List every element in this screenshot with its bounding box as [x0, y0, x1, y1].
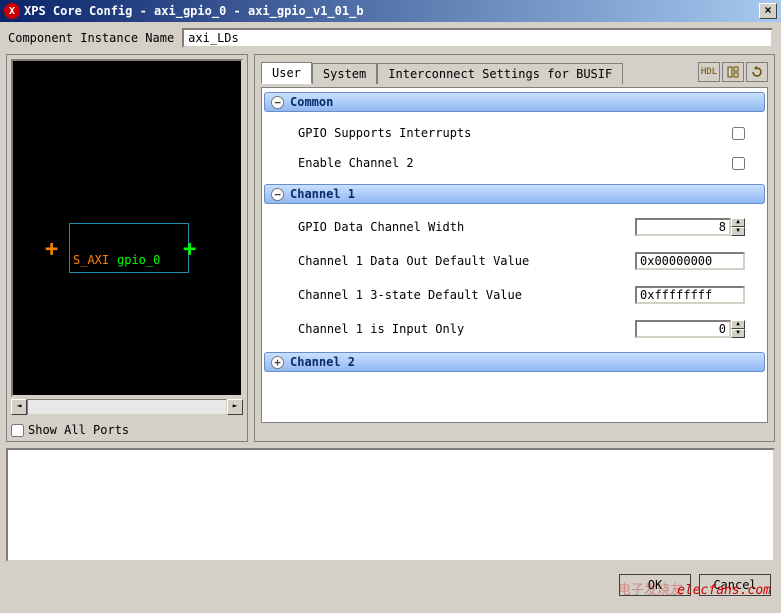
- section-header-channel1[interactable]: − Channel 1: [264, 184, 765, 204]
- checkbox-enable-ch2[interactable]: [732, 157, 745, 170]
- title-bar: X XPS Core Config - axi_gpio_0 - axi_gpi…: [0, 0, 781, 22]
- section-title-channel1: Channel 1: [290, 187, 355, 201]
- label-tristate-default: Channel 1 3-state Default Value: [298, 288, 635, 302]
- input-input-only[interactable]: [635, 320, 731, 338]
- row-enable-ch2: Enable Channel 2: [264, 148, 765, 178]
- port-label-right: gpio_0: [117, 253, 160, 267]
- scroll-track[interactable]: [27, 399, 227, 415]
- spin-down-icon[interactable]: ▼: [731, 329, 745, 338]
- schematic-panel: + + S_AXI gpio_0 ◄ ► Show All Ports: [6, 54, 248, 442]
- instance-name-input[interactable]: [182, 28, 773, 48]
- section-body-common: GPIO Supports Interrupts Enable Channel …: [264, 114, 765, 182]
- spin-up-icon[interactable]: ▲: [731, 218, 745, 227]
- output-pane: [6, 448, 775, 562]
- tab-system[interactable]: System: [312, 63, 377, 84]
- section-title-channel2: Channel 2: [290, 355, 355, 369]
- section-header-channel2[interactable]: + Channel 2: [264, 352, 765, 372]
- label-data-width: GPIO Data Channel Width: [298, 220, 635, 234]
- row-tristate-default: Channel 1 3-state Default Value: [264, 278, 765, 312]
- window-title: XPS Core Config - axi_gpio_0 - axi_gpio_…: [24, 4, 364, 18]
- spin-down-icon[interactable]: ▼: [731, 227, 745, 236]
- row-gpio-interrupts: GPIO Supports Interrupts: [264, 118, 765, 148]
- scroll-right-button[interactable]: ►: [227, 399, 243, 415]
- schematic-scroll-horizontal[interactable]: ◄ ►: [11, 399, 243, 415]
- schematic-canvas[interactable]: + + S_AXI gpio_0: [11, 59, 243, 397]
- tab-bar: User System Interconnect Settings for BU…: [261, 61, 768, 83]
- port-label-left: S_AXI: [73, 253, 109, 267]
- collapse-icon[interactable]: −: [271, 188, 284, 201]
- label-enable-ch2: Enable Channel 2: [298, 156, 732, 170]
- hdl-button[interactable]: HDL: [698, 62, 720, 82]
- collapse-icon[interactable]: −: [271, 96, 284, 109]
- checkbox-gpio-interrupts[interactable]: [732, 127, 745, 140]
- show-all-ports-row[interactable]: Show All Ports: [11, 423, 243, 437]
- row-input-only: Channel 1 is Input Only ▲ ▼: [264, 312, 765, 346]
- close-button[interactable]: ×: [759, 3, 777, 19]
- tab-interconnect[interactable]: Interconnect Settings for BUSIF: [377, 63, 623, 84]
- label-dataout-default: Channel 1 Data Out Default Value: [298, 254, 635, 268]
- instance-name-row: Component Instance Name: [0, 22, 781, 54]
- tab-content-user: − Common GPIO Supports Interrupts Enable…: [261, 87, 768, 423]
- dialog-button-row: 电子发烧友 OK Cancel elecfans.com: [0, 568, 781, 602]
- spin-up-icon[interactable]: ▲: [731, 320, 745, 329]
- row-dataout-default: Channel 1 Data Out Default Value: [264, 244, 765, 278]
- input-tristate-default[interactable]: [635, 286, 745, 304]
- label-input-only: Channel 1 is Input Only: [298, 322, 635, 336]
- show-all-ports-checkbox[interactable]: [11, 424, 24, 437]
- ok-button[interactable]: OK: [619, 574, 691, 596]
- tab-user[interactable]: User: [261, 62, 312, 84]
- port-connector-right-icon: +: [183, 237, 196, 262]
- config-panel: User System Interconnect Settings for BU…: [254, 54, 775, 442]
- instance-name-label: Component Instance Name: [8, 31, 174, 45]
- refresh-icon[interactable]: [746, 62, 768, 82]
- app-icon: X: [4, 3, 20, 19]
- scroll-left-button[interactable]: ◄: [11, 399, 27, 415]
- show-all-ports-label: Show All Ports: [28, 423, 129, 437]
- label-gpio-interrupts: GPIO Supports Interrupts: [298, 126, 732, 140]
- row-data-width: GPIO Data Channel Width ▲ ▼: [264, 210, 765, 244]
- layout-icon[interactable]: [722, 62, 744, 82]
- expand-icon[interactable]: +: [271, 356, 284, 369]
- cancel-button[interactable]: Cancel: [699, 574, 771, 596]
- section-title-common: Common: [290, 95, 333, 109]
- section-body-channel1: GPIO Data Channel Width ▲ ▼ Channel 1 Da…: [264, 206, 765, 350]
- input-dataout-default[interactable]: [635, 252, 745, 270]
- port-connector-left-icon: +: [45, 237, 58, 262]
- input-data-width[interactable]: [635, 218, 731, 236]
- section-header-common[interactable]: − Common: [264, 92, 765, 112]
